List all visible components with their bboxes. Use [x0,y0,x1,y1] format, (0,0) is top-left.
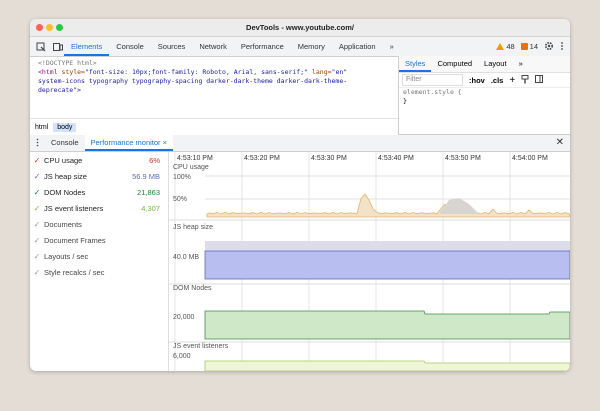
metric-label: Document Frames [44,235,106,245]
heap-y-label: 40.0 MB [173,254,199,261]
cls-button[interactable]: .cls [491,76,504,85]
more-tabs-button[interactable]: » [383,37,401,56]
add-rule-icon[interactable]: + [509,75,515,86]
more-style-tabs-button[interactable]: » [513,56,529,72]
cpu-chart-label: CPU usage [173,164,209,171]
event-listeners-area [204,360,570,371]
drawer-tab-console[interactable]: Console [45,135,85,151]
elements-panel: <!DOCTYPE html> <html style="font-size: … [30,56,570,135]
checkmark-icon[interactable]: ✓ [30,188,44,197]
gear-icon[interactable] [544,41,554,53]
metric-value: 6% [149,155,160,165]
cpu-y-label: 100% [173,174,191,181]
metric-row[interactable]: ✓ DOM Nodes 21,863 [30,184,168,200]
drawer-menu-icon[interactable] [30,138,45,149]
time-tick-label: 4:53:10 PM [177,155,213,162]
metric-value: 56.9 MB [132,171,160,181]
metric-label: JS heap size [44,171,87,181]
heap-total-area [205,241,570,252]
dom-nodes-area [204,310,570,340]
metric-row[interactable]: ✓ Document Frames [30,232,168,248]
tab-memory[interactable]: Memory [291,37,332,56]
metric-label: JS event listeners [44,203,104,213]
charts-svg: 4:53:10 PM 4:53:20 PM 4:53:30 PM 4:53:40 PM… [169,152,570,371]
listeners-chart-label: JS event listeners [173,343,229,350]
dom-y-label: 20,000 [173,314,195,321]
devtools-window: DevTools - www.youtube.com/ Elements Con… [30,19,570,371]
performance-charts: 4:53:10 PM 4:53:20 PM 4:53:30 PM 4:53:40 PM… [169,152,570,371]
breadcrumb: html body [30,118,398,135]
metric-row[interactable]: ✓ Layouts / sec [30,248,168,264]
metrics-list: ✓ CPU usage 6% ✓ JS heap size 56.9 MB ✓ DOM Nod… [30,152,169,371]
device-toolbar-icon[interactable] [52,41,64,53]
metric-value: 21,863 [137,187,160,197]
tab-application[interactable]: Application [332,37,383,56]
dom-chart-label: DOM Nodes [173,285,212,292]
error-icon [520,43,528,50]
metric-row[interactable]: ✓ JS heap size 56.9 MB [30,168,168,184]
element-style-rule[interactable]: element.style { [399,88,570,97]
styles-pane: Styles Computed Layout » Filter :hov .cl… [398,56,570,134]
title-bar: DevTools - www.youtube.com/ [30,19,570,37]
inspect-element-icon[interactable] [35,41,47,53]
metric-label: Documents [44,219,82,229]
toggle-sidebar-icon[interactable] [535,75,544,85]
tab-elements[interactable]: Elements [64,37,110,56]
tab-layout[interactable]: Layout [478,56,513,72]
metric-label: DOM Nodes [44,187,86,197]
warning-icon [496,43,505,50]
time-tick-label: 4:54:00 PM [512,155,548,162]
metric-row[interactable]: ✓ JS event listeners 4,307 [30,200,168,216]
cpu-usage-area [206,193,570,218]
main-toolbar: Elements Console Sources Network Perform… [30,37,570,57]
metric-row[interactable]: ✓ CPU usage 6% [30,152,168,168]
checkmark-icon[interactable]: ✓ [30,268,44,277]
tab-computed[interactable]: Computed [431,56,478,72]
html-class-line: system-icons typography typography-spaci… [38,77,348,85]
drawer-tab-performance-monitor[interactable]: Performance monitor × [84,135,174,151]
kebab-menu-icon[interactable] [560,41,564,53]
errors-badge[interactable]: 14 [520,42,538,51]
metric-value: 4,307 [141,203,160,213]
breadcrumb-html[interactable]: html [31,123,52,132]
tab-styles[interactable]: Styles [399,56,432,72]
time-tick-label: 4:53:40 PM [378,155,414,162]
tab-network[interactable]: Network [192,37,234,56]
doctype-line: <!DOCTYPE html> [38,59,97,67]
time-tick-label: 4:53:20 PM [244,155,280,162]
checkmark-icon[interactable]: ✓ [30,204,44,213]
cpu-gray-area [439,198,479,214]
checkmark-icon[interactable]: ✓ [30,252,44,261]
html-class-line-2: deprecate"> [38,86,82,94]
tab-console[interactable]: Console [109,37,151,56]
breadcrumb-body[interactable]: body [53,122,77,132]
html-tag-line[interactable]: <html style="font-size: 10px;font-family… [38,68,398,77]
hov-button[interactable]: :hov [469,76,485,85]
element-style-close: } [403,97,407,105]
cpu-y-label: 50% [173,196,187,203]
metric-label: Style recalcs / sec [44,267,105,277]
warnings-badge[interactable]: 48 [496,42,515,51]
window-title: DevTools - www.youtube.com/ [246,23,354,32]
heap-used-area [204,250,570,280]
heap-chart-label: JS heap size [173,224,213,231]
metric-row[interactable]: ✓ Style recalcs / sec [30,264,168,280]
checkmark-icon[interactable]: ✓ [30,220,44,229]
checkmark-icon[interactable]: ✓ [30,156,44,165]
paint-icon[interactable] [521,74,529,86]
tab-sources[interactable]: Sources [151,37,193,56]
metric-label: CPU usage [44,155,83,165]
metric-row[interactable]: ✓ Documents [30,216,168,232]
time-tick-label: 4:53:30 PM [311,155,347,162]
styles-filter-input[interactable]: Filter [402,74,463,86]
metric-label: Layouts / sec [44,251,89,261]
drawer-tabbar: Console Performance monitor × ✕ [30,135,570,152]
listeners-y-label: 6,000 [173,353,191,360]
close-tab-icon[interactable]: × [163,138,167,147]
close-drawer-icon[interactable]: ✕ [556,137,564,148]
checkmark-icon[interactable]: ✓ [30,172,44,181]
time-tick-label: 4:53:50 PM [445,155,481,162]
tab-performance[interactable]: Performance [234,37,291,56]
checkmark-icon[interactable]: ✓ [30,236,44,245]
